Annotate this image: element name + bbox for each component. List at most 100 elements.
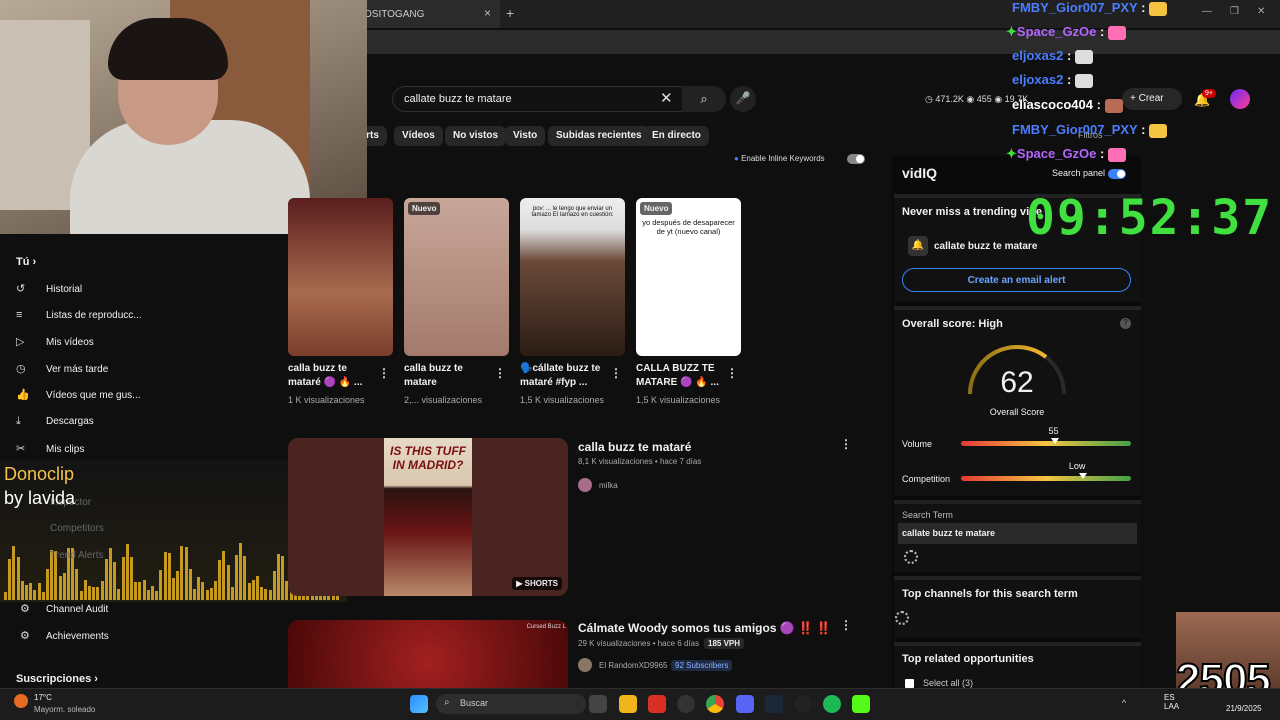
- channel-avatar[interactable]: [578, 478, 592, 492]
- create-button[interactable]: + Crear: [1122, 88, 1182, 110]
- short-thumb-3[interactable]: pov: ... le tengo que enviar un tamazo E…: [520, 198, 625, 356]
- chip-videos[interactable]: Vídeos: [394, 126, 443, 146]
- sidebar-item-0[interactable]: ↺ Historial: [16, 282, 82, 304]
- taskbar-search[interactable]: Buscar: [436, 694, 586, 714]
- waveform-bar: [8, 559, 12, 600]
- more-options-icon[interactable]: ⋮: [494, 366, 506, 380]
- mic-button[interactable]: 🎤: [730, 86, 756, 112]
- video-thumbnail[interactable]: Cursed Buzz L: [288, 620, 568, 690]
- maximize-icon[interactable]: ❐: [1230, 6, 1239, 17]
- sidebar-item-label: Listas de reproducc...: [46, 310, 142, 321]
- chat-message: eljoxas2 :: [1012, 48, 1093, 64]
- toggle-switch[interactable]: [1107, 168, 1126, 179]
- search-panel-toggle[interactable]: Search panel: [1052, 168, 1126, 179]
- short-title[interactable]: CALLA BUZZ TE MATARE 🟣 🔥 ...: [636, 362, 724, 390]
- short-title[interactable]: 🗣️cállate buzz te mataré #fyp ...: [520, 362, 608, 390]
- sidebar-item-1[interactable]: ≡ Listas de reproducc...: [16, 309, 142, 331]
- avatar[interactable]: [1230, 89, 1250, 109]
- short-overlay-text: yo después de desaparecer de yt (nuevo c…: [642, 218, 735, 236]
- sidebar-item-label: Historial: [46, 284, 83, 295]
- notification-badge: 9+: [1202, 89, 1216, 98]
- chip-live[interactable]: En directo: [644, 126, 709, 146]
- short-title[interactable]: calla buzz te matare: [404, 362, 492, 390]
- channel-avatar[interactable]: [578, 658, 592, 672]
- short-thumb-2[interactable]: Nuevo: [404, 198, 509, 356]
- app-circle-icon[interactable]: [677, 695, 695, 713]
- kick-icon[interactable]: [852, 695, 870, 713]
- thumb-tag: Cursed Buzz L: [526, 624, 566, 630]
- sidebar-item-5[interactable]: ⤓ Descargas: [16, 415, 94, 437]
- close-window-icon[interactable]: ✕: [1257, 6, 1265, 17]
- chip-not-watched[interactable]: No vistos: [445, 126, 507, 146]
- windows-start-icon[interactable]: [410, 695, 428, 713]
- taskbar-date: 21/9/2025: [1226, 704, 1262, 713]
- waveform-bar: [4, 592, 7, 600]
- waveform-bar: [62, 573, 66, 600]
- search-button[interactable]: ⌕: [682, 86, 726, 112]
- channel-name[interactable]: El RandomXD9965: [599, 661, 667, 670]
- waveform-bar: [113, 561, 117, 600]
- waveform-bar: [146, 590, 150, 600]
- toggle-switch[interactable]: [846, 154, 865, 164]
- select-all-checkbox[interactable]: [905, 679, 914, 688]
- language-indicator[interactable]: ES LAA: [1164, 693, 1179, 711]
- more-options-icon[interactable]: ⋮: [840, 618, 852, 632]
- waveform-bar: [109, 548, 112, 600]
- sidebar-vidiq-item-1[interactable]: ⚙ Achievements: [20, 629, 109, 651]
- address-bar[interactable]: [360, 30, 1280, 54]
- video-title[interactable]: Cálmate Woody somos tus amigos 🟣 ‼️ ‼️: [578, 621, 831, 635]
- task-view-icon[interactable]: [589, 695, 607, 713]
- shorts-icon: ▶: [516, 579, 525, 588]
- clear-search-icon[interactable]: ✕: [660, 91, 673, 106]
- spotify-icon[interactable]: [823, 695, 841, 713]
- new-tab-icon[interactable]: +: [506, 5, 514, 21]
- create-email-alert-button[interactable]: Create an email alert: [902, 268, 1131, 292]
- sidebar-item-icon: ▷: [16, 336, 25, 348]
- waveform-bar: [29, 583, 33, 600]
- more-options-icon[interactable]: ⋮: [378, 366, 390, 380]
- sidebar-subscriptions[interactable]: Suscripciones ›: [16, 673, 98, 685]
- sidebar-item-competitors[interactable]: Competitors: [50, 523, 104, 534]
- sidebar-item-3[interactable]: ◷ Ver más tarde: [16, 362, 108, 384]
- tab-close-icon[interactable]: ×: [484, 6, 491, 20]
- help-icon[interactable]: ?: [1120, 318, 1131, 329]
- channel-name[interactable]: milka: [599, 481, 618, 490]
- inline-keywords-toggle[interactable]: ● Enable Inline Keywords: [734, 154, 865, 164]
- new-badge: Nuevo: [640, 202, 673, 215]
- discord-icon[interactable]: [736, 695, 754, 713]
- steam-icon[interactable]: [765, 695, 783, 713]
- sidebar-you-header[interactable]: Tú ›: [16, 256, 36, 268]
- chip-watched[interactable]: Visto: [505, 126, 546, 146]
- obs-icon[interactable]: [794, 695, 812, 713]
- donoclip-by: by lavida: [4, 488, 76, 508]
- sidebar-vidiq-item-0[interactable]: ⚙ Channel Audit: [20, 602, 108, 624]
- sidebar-item-trend-alerts[interactable]: Trend Alerts: [50, 550, 104, 561]
- more-options-icon[interactable]: ⋮: [726, 366, 738, 380]
- short-title[interactable]: calla buzz te mataré 🟣 🔥 ...: [288, 362, 376, 390]
- waveform-bar: [117, 589, 121, 600]
- short-thumb-1[interactable]: [288, 198, 393, 356]
- sidebar-item-2[interactable]: ▷ Mis vídeos: [16, 335, 94, 357]
- eye-icon: ◉: [966, 94, 977, 104]
- more-options-icon[interactable]: ⋮: [840, 437, 852, 451]
- chat-emote-icon: [1074, 49, 1093, 64]
- volume-value: 55: [1048, 426, 1059, 436]
- tray-chevron-icon[interactable]: ^: [1122, 698, 1126, 708]
- video-thumbnail[interactable]: IS THIS TUFF IN MADRID? ▶ SHORTS: [288, 438, 568, 596]
- chip-recent[interactable]: Subidas recientes: [548, 126, 650, 146]
- more-options-icon[interactable]: ⋮: [610, 366, 622, 380]
- short-thumb-4[interactable]: Nuevo yo después de desaparecer de yt (nu…: [636, 198, 741, 356]
- chrome-icon[interactable]: [706, 695, 724, 713]
- waveform-bar: [172, 578, 175, 600]
- chat-separator: :: [1137, 0, 1150, 15]
- minimize-icon[interactable]: —: [1202, 6, 1212, 17]
- waveform-bar: [239, 542, 243, 600]
- short-views: 1 K visualizaciones: [288, 395, 365, 405]
- video-title[interactable]: calla buzz te mataré: [578, 440, 691, 454]
- file-explorer-icon[interactable]: [619, 695, 637, 713]
- app-red-icon[interactable]: [648, 695, 666, 713]
- sidebar-item-4[interactable]: 👍 Vídeos que me gus...: [16, 388, 141, 410]
- short-overlay-text: pov: ... le tengo que enviar un tamazo E…: [531, 206, 614, 218]
- waveform-bar: [12, 546, 16, 600]
- search-term-row[interactable]: callate buzz te matare: [898, 523, 1137, 544]
